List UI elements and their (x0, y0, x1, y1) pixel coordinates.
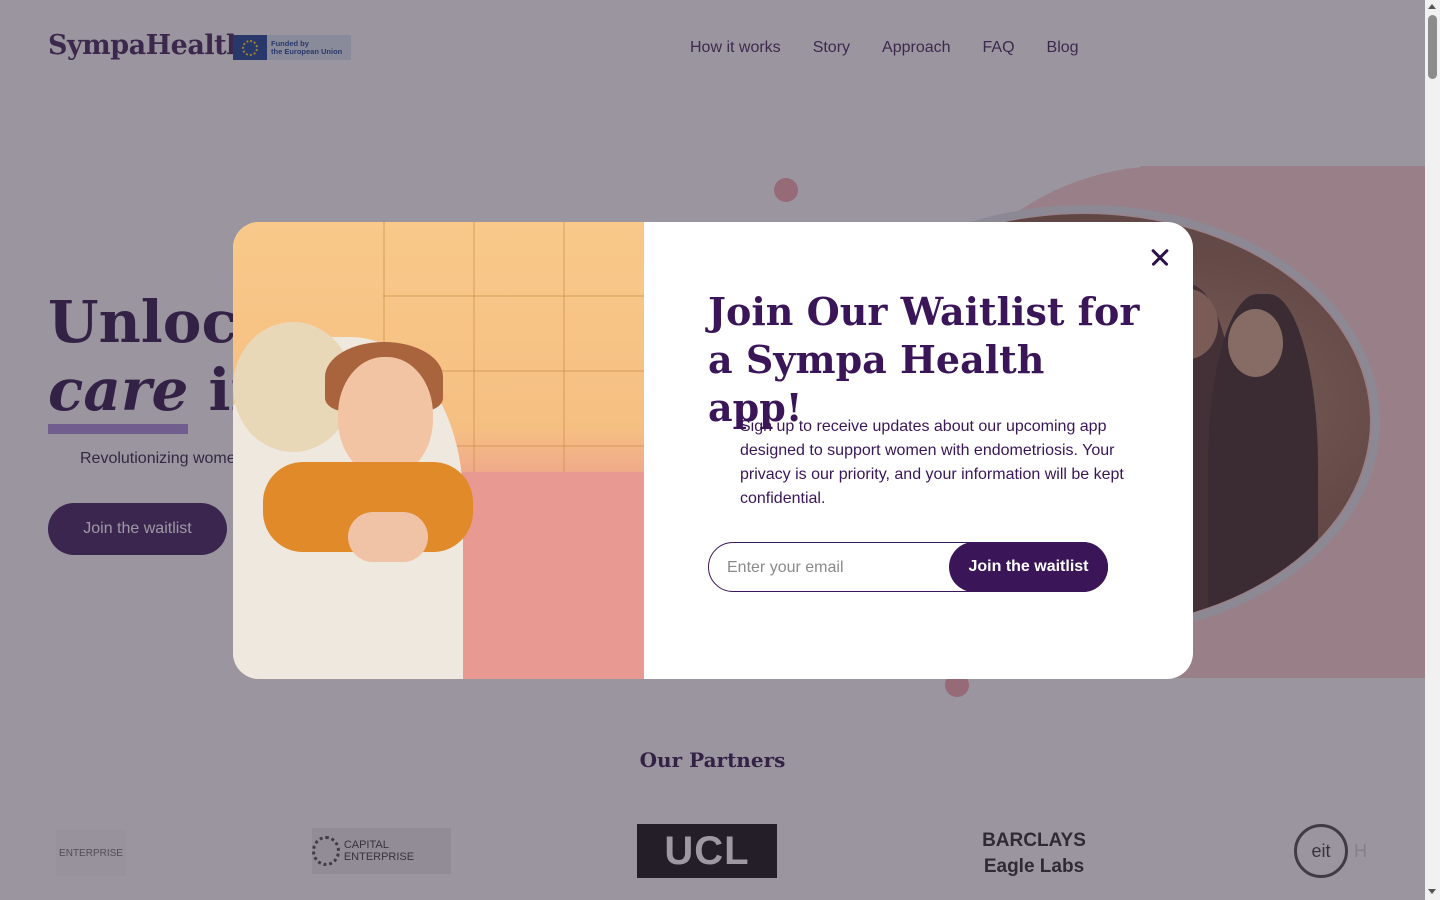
modal-description: Sign up to receive updates about our upc… (740, 418, 1124, 507)
modal-photo (233, 222, 644, 679)
scroll-up-arrow-icon[interactable] (1428, 4, 1436, 9)
join-waitlist-submit-button[interactable]: Join the waitlist (949, 542, 1108, 592)
email-input[interactable] (725, 553, 949, 583)
close-icon[interactable] (1145, 242, 1175, 272)
scroll-down-arrow-icon[interactable] (1428, 889, 1436, 894)
modal-title: Join Our Waitlist for a Sympa Health app… (708, 289, 1140, 430)
waitlist-modal: Join Our Waitlist for a Sympa Health app… (233, 222, 1193, 679)
vertical-scrollbar[interactable] (1425, 0, 1440, 900)
waitlist-form: Join the waitlist (708, 542, 1108, 592)
scrollbar-thumb[interactable] (1428, 15, 1437, 79)
